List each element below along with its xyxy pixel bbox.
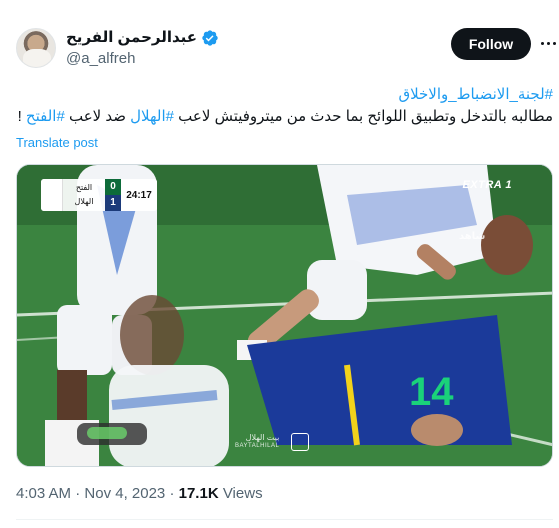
views-count: 17.1K <box>178 485 219 502</box>
hashtag-link[interactable]: #الهلال <box>130 108 174 125</box>
jersey-number: 14 <box>409 370 454 414</box>
team-bottom: الهلال <box>74 197 94 206</box>
avatar[interactable] <box>16 28 56 68</box>
hashtag-link[interactable]: #الفتح <box>26 108 65 125</box>
follow-button[interactable]: Follow <box>451 28 531 60</box>
tweet-header: عبدالرحمن الفريح @a_alfreh Follow <box>16 24 559 70</box>
translate-post-link[interactable]: Translate post <box>16 134 98 152</box>
team-top: الفتح <box>75 183 93 192</box>
broadcaster-logo: شاهد <box>459 231 486 242</box>
more-options-icon[interactable] <box>538 32 558 54</box>
scoreboard-teams: الفتح الهلال <box>63 179 105 211</box>
scoreboard: الفتح الهلال 0 1 24:17 <box>41 179 157 211</box>
display-name-text[interactable]: عبدالرحمن الفريح <box>66 28 197 48</box>
tweet-text: #لجنة_الانضباط_والاخلاق مطالبه بالتدخل و… <box>16 84 553 128</box>
meta-separator: · <box>71 485 85 502</box>
tweet-date[interactable]: Nov 4, 2023 <box>84 485 165 502</box>
hashtag-link[interactable]: #لجنة_الانضباط_والاخلاق <box>398 86 553 103</box>
author-block[interactable]: عبدالرحمن الفريح @a_alfreh <box>66 28 219 69</box>
club-watermark-en: BAYTALHILAL <box>235 443 280 449</box>
score-bottom: 1 <box>105 195 121 211</box>
tweet-text-segment: ضد لاعب <box>64 108 131 125</box>
tweet-time[interactable]: 4:03 AM <box>16 485 71 502</box>
league-logo-icon <box>41 179 63 211</box>
verified-badge-icon <box>202 30 218 46</box>
tweet-text-segment: مطالبه بالتدخل وتطبيق اللوائح بما حدث من… <box>174 108 553 125</box>
match-clock: 24:17 <box>121 179 157 211</box>
display-name[interactable]: عبدالرحمن الفريح <box>66 28 219 48</box>
author-handle[interactable]: @a_alfreh <box>66 49 219 69</box>
divider <box>16 519 553 520</box>
views-label: Views <box>218 485 263 502</box>
broadcaster-channel: EXTRA 1 <box>462 179 512 191</box>
tweet-meta: 4:03 AM · Nov 4, 2023 · 17.1K Views <box>16 484 263 504</box>
tweet-media-image[interactable]: 14 الفتح الهلال 0 1 24:17 EXTRA 1 شاهد ب… <box>16 164 553 467</box>
club-badge-icon <box>291 433 309 451</box>
club-watermark: بيت الهلال BAYTALHILAL <box>235 433 279 451</box>
score-top: 0 <box>105 179 121 195</box>
club-watermark-ar: بيت الهلال <box>245 433 280 442</box>
scoreboard-scores: 0 1 <box>105 179 121 211</box>
tweet-text-segment: ! <box>17 108 26 125</box>
meta-separator: · <box>165 485 179 502</box>
